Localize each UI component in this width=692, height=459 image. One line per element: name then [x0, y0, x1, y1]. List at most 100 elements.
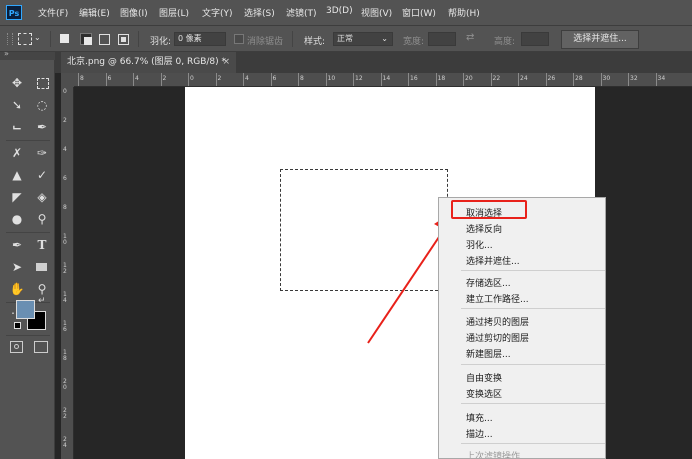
ruler-label: 22 — [492, 75, 501, 82]
antialias-checkbox[interactable] — [234, 34, 244, 44]
ruler-label: 4 — [245, 75, 249, 82]
menu-separator — [461, 364, 605, 365]
ruler-tick — [628, 73, 629, 86]
menu-3d[interactable]: 3D(D) — [326, 6, 353, 16]
menu-select[interactable]: 选择(S) — [244, 6, 275, 19]
ruler-tick — [188, 73, 189, 86]
ruler-tick — [243, 73, 244, 86]
ruler-label: 20 — [465, 75, 473, 82]
width-label: 宽度: — [403, 37, 425, 47]
highlight-box — [451, 200, 527, 219]
document-tab[interactable]: 北京.png @ 66.7% (图层 0, RGB/8) * × — [61, 52, 236, 73]
ruler-label: 24 — [520, 75, 528, 82]
ruler-label: 6 — [63, 175, 67, 182]
swap-icon[interactable]: ⇄ — [466, 32, 474, 43]
menu-item-transform-selection[interactable]: 变换选区 — [466, 387, 502, 400]
feather-input[interactable]: 0 像素 — [174, 32, 226, 46]
divider — [292, 31, 293, 47]
ruler-origin[interactable] — [61, 73, 74, 87]
menu-item-inverse[interactable]: 选择反向 — [466, 222, 502, 235]
hand-icon[interactable]: ✋ — [8, 280, 26, 298]
eraser-icon[interactable]: ◤ — [8, 188, 26, 206]
healing-brush-icon[interactable]: ✗ — [8, 144, 26, 162]
menu-item-layer-via-copy[interactable]: 通过拷贝的图层 — [466, 315, 529, 328]
horizontal-ruler[interactable]: 8 6 4 2 0 2 4 6 8 10 12 14 16 18 20 22 24 26 28 30 32 34 — [74, 73, 692, 87]
grip-handle[interactable] — [7, 33, 13, 45]
menu-file[interactable]: 文件(F) — [38, 6, 68, 19]
path-select-icon[interactable]: ➤ — [8, 258, 26, 276]
menu-item-feather[interactable]: 羽化... — [466, 238, 493, 251]
menu-edit[interactable]: 编辑(E) — [79, 6, 110, 19]
ruler-label: 8 — [300, 75, 304, 82]
add-selection-icon[interactable] — [80, 33, 92, 45]
ruler-label: 12 — [355, 75, 363, 82]
ruler-tick — [600, 73, 602, 86]
menu-filter[interactable]: 滤镜(T) — [286, 6, 317, 19]
menu-item-save-selection[interactable]: 存储选区... — [466, 276, 511, 289]
swap-colors-icon[interactable]: ↵ — [38, 296, 46, 306]
ruler-tick — [78, 73, 79, 86]
menu-item-make-work-path[interactable]: 建立工作路径... — [466, 292, 529, 305]
blur-icon[interactable]: ● — [8, 210, 26, 228]
marquee-icon[interactable] — [33, 74, 51, 92]
default-colors-icon[interactable] — [14, 322, 21, 329]
height-input[interactable] — [521, 32, 549, 46]
quick-mask-icon[interactable] — [10, 341, 23, 353]
menu-bar: Ps 文件(F) 编辑(E) 图像(I) 图层(L) 文字(Y) 选择(S) 滤… — [0, 0, 692, 25]
menu-item-select-and-mask[interactable]: 选择并遮住... — [466, 254, 520, 267]
quick-select-icon[interactable]: ◌ — [33, 96, 51, 114]
screen-mode-icon[interactable] — [34, 341, 48, 353]
ruler-label: 2 4 — [63, 436, 67, 449]
marquee-preset-icon[interactable] — [18, 33, 32, 45]
ruler-tick — [463, 73, 464, 86]
ruler-label: 2 — [162, 75, 167, 82]
clone-stamp-icon[interactable]: ▲ — [8, 166, 26, 184]
foreground-color-swatch[interactable] — [16, 300, 35, 319]
select-and-mask-button[interactable]: 选择并遮住... — [561, 30, 639, 49]
new-selection-icon[interactable] — [60, 34, 69, 43]
context-menu: 取消选择 选择反向 羽化... 选择并遮住... 存储选区... 建立工作路径.… — [438, 197, 606, 459]
width-input[interactable] — [428, 32, 456, 46]
ruler-label: 1 8 — [63, 349, 67, 362]
history-brush-icon[interactable]: ✓ — [33, 166, 51, 184]
chevron-down-icon[interactable]: ⌄ — [34, 33, 41, 42]
menu-layer[interactable]: 图层(L) — [159, 6, 189, 19]
ruler-label: 8 — [63, 204, 67, 211]
vertical-ruler[interactable]: 0 2 4 6 8 1 0 1 2 1 4 1 6 1 8 2 0 2 2 2 4 — [61, 87, 74, 459]
lasso-icon[interactable]: ➘ — [8, 96, 26, 114]
type-icon[interactable]: T — [33, 236, 51, 254]
divider — [138, 31, 139, 47]
menu-item-stroke[interactable]: 描边... — [466, 427, 493, 440]
brush-icon[interactable]: ✑ — [33, 144, 51, 162]
move-icon[interactable]: ✥ — [8, 74, 26, 92]
rectangle-icon[interactable] — [33, 258, 51, 276]
subtract-selection-icon[interactable] — [99, 34, 110, 45]
crop-icon[interactable]: ⌙ — [8, 118, 26, 136]
eyedropper-icon[interactable]: ✒ — [33, 118, 51, 136]
pen-icon[interactable]: ✒ — [8, 236, 26, 254]
chevron-down-icon: ⌄ — [381, 34, 388, 43]
menu-type[interactable]: 文字(Y) — [202, 6, 233, 19]
menu-image[interactable]: 图像(I) — [120, 6, 148, 19]
ruler-label: 0 — [63, 88, 67, 95]
menu-help[interactable]: 帮助(H) — [448, 6, 480, 19]
intersect-selection-icon[interactable] — [118, 34, 129, 45]
menu-separator — [461, 443, 605, 444]
ruler-tick — [160, 73, 162, 86]
dodge-icon[interactable]: ⚲ — [33, 210, 51, 228]
menu-item-layer-via-cut[interactable]: 通过剪切的图层 — [466, 331, 529, 344]
menu-window[interactable]: 窗口(W) — [402, 6, 436, 19]
paint-bucket-icon[interactable]: ◈ — [33, 188, 51, 206]
divider — [6, 232, 50, 233]
menu-item-free-transform[interactable]: 自由变换 — [466, 371, 502, 384]
ruler-tick — [655, 73, 657, 86]
style-select[interactable]: 正常 ⌄ — [333, 32, 393, 46]
ruler-tick — [133, 73, 134, 86]
collapse-icon[interactable]: » — [4, 49, 9, 58]
divider — [6, 335, 50, 336]
options-bar: ⌄ 羽化: 0 像素 消除锯齿 样式: 正常 ⌄ 宽度: ⇄ 高度: 选择并遮住… — [0, 25, 692, 52]
menu-item-new-layer[interactable]: 新建图层... — [466, 347, 511, 360]
close-icon[interactable]: × — [222, 52, 230, 73]
menu-view[interactable]: 视图(V) — [361, 6, 392, 19]
menu-item-fill[interactable]: 填充... — [466, 411, 493, 424]
